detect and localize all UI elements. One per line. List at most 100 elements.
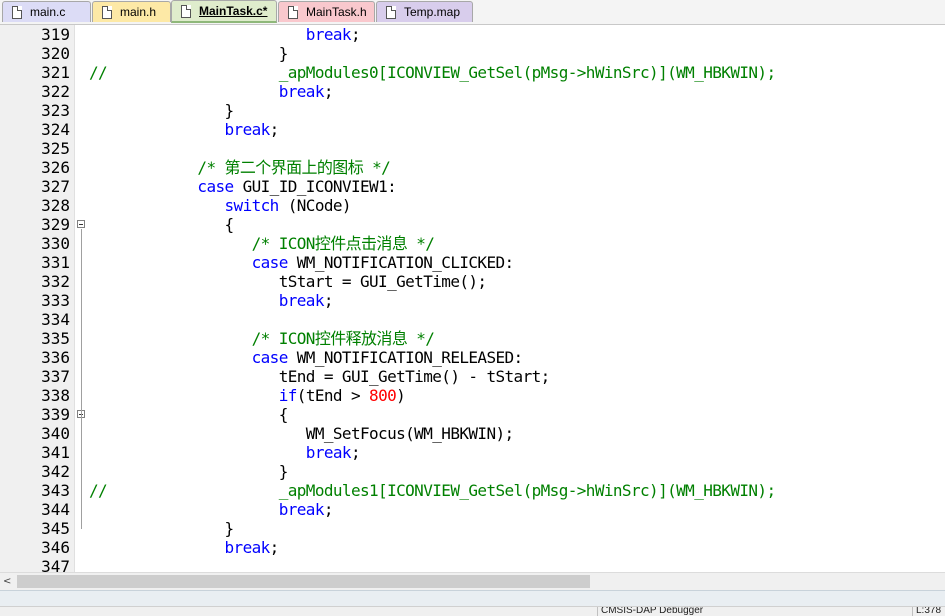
tab-main-c[interactable]: main.c [2, 1, 91, 22]
code-token: WM_NOTIFICATION_CLICKED: [287, 253, 514, 272]
code-line[interactable]: 323 } [0, 101, 945, 120]
code-token: ; [350, 443, 361, 462]
code-line[interactable]: 339 { [0, 405, 945, 424]
code-token: break [278, 82, 325, 101]
line-number: 346 [41, 538, 70, 557]
code-text: break; [89, 443, 361, 462]
code-line[interactable]: 332 tStart = GUI_GetTime(); [0, 272, 945, 291]
line-number: 319 [41, 25, 70, 44]
line-number: 332 [41, 272, 70, 291]
code-token: break [305, 443, 352, 462]
code-token: ; [269, 538, 280, 557]
code-line[interactable]: 346 break; [0, 538, 945, 557]
line-number: 330 [41, 234, 70, 253]
line-number: 340 [41, 424, 70, 443]
tab-maintask-h[interactable]: MainTask.h [278, 1, 375, 22]
code-token: WM_NOTIFICATION_RELEASED: [287, 348, 523, 367]
code-text: } [89, 101, 234, 120]
line-number: 328 [41, 196, 70, 215]
code-line[interactable]: 328 switch (NCode) [0, 196, 945, 215]
line-number: 331 [41, 253, 70, 272]
code-token: break [224, 120, 271, 139]
scrollbar-thumb[interactable] [17, 575, 590, 588]
line-number: 320 [41, 44, 70, 63]
tab-maintask-c[interactable]: MainTask.c* [171, 0, 277, 23]
code-line[interactable]: 321 // _apModules0[ICONVIEW_GetSel(pMsg->… [0, 63, 945, 82]
line-number: 327 [41, 177, 70, 196]
code-text: /* ICON控件释放消息 */ [89, 329, 435, 348]
tab-label: Temp.map [404, 5, 461, 19]
code-line[interactable]: 341 break; [0, 443, 945, 462]
code-line[interactable]: 337 tEnd = GUI_GetTime() - tStart; [0, 367, 945, 386]
code-token: break [305, 25, 352, 44]
horizontal-scrollbar[interactable]: < [0, 572, 945, 590]
code-line[interactable]: 335 /* ICON控件释放消息 */ [0, 329, 945, 348]
code-line[interactable]: 333 break; [0, 291, 945, 310]
code-text: tEnd = GUI_GetTime() - tStart; [89, 367, 551, 386]
code-line[interactable]: 325 [0, 139, 945, 158]
line-number: 344 [41, 500, 70, 519]
file-icon [12, 5, 22, 19]
code-line[interactable]: 342 } [0, 462, 945, 481]
code-text: break; [89, 500, 334, 519]
line-number: 329 [41, 215, 70, 234]
code-line[interactable]: 343 // _apModules1[ICONVIEW_GetSel(pMsg->… [0, 481, 945, 500]
code-line[interactable]: 340 WM_SetFocus(WM_HBKWIN); [0, 424, 945, 443]
code-token: ; [323, 291, 334, 310]
tab-label: MainTask.c* [199, 4, 268, 18]
code-line[interactable]: 319 break; [0, 25, 945, 44]
code-token: ; [323, 500, 334, 519]
code-line[interactable]: 344 break; [0, 500, 945, 519]
code-token: } [89, 462, 289, 481]
code-line[interactable]: 336 case WM_NOTIFICATION_RELEASED: [0, 348, 945, 367]
code-editor[interactable]: 319 break; 320 } 321// _apModules0[ICONVIE… [0, 25, 945, 572]
tab-main-h[interactable]: main.h [92, 1, 171, 22]
code-line[interactable]: 326 /* 第二个界面上的图标 */ [0, 158, 945, 177]
code-line[interactable]: 331 case WM_NOTIFICATION_CLICKED: [0, 253, 945, 272]
code-text: switch (NCode) [89, 196, 352, 215]
line-number: 342 [41, 462, 70, 481]
code-line[interactable]: 327 case GUI_ID_ICONVIEW1: [0, 177, 945, 196]
line-number: 338 [41, 386, 70, 405]
code-token: break [278, 500, 325, 519]
code-token: GUI_ID_ICONVIEW1: [233, 177, 397, 196]
tab-temp-map[interactable]: Temp.map [376, 1, 473, 22]
code-text: case WM_NOTIFICATION_CLICKED: [89, 253, 515, 272]
scroll-left-arrow-icon[interactable]: < [3, 576, 11, 587]
code-token: case [251, 348, 289, 367]
code-line[interactable]: 347 [0, 557, 945, 572]
code-text: WM_SetFocus(WM_HBKWIN); [89, 424, 514, 443]
code-text: break; [89, 82, 334, 101]
code-line[interactable]: 330 /* ICON控件点击消息 */ [0, 234, 945, 253]
code-line[interactable]: 320 } [0, 44, 945, 63]
code-token: } [89, 44, 289, 63]
fold-guide-line [81, 229, 82, 529]
tab-label: MainTask.h [306, 5, 367, 19]
line-number: 321 [41, 63, 70, 82]
code-text: if(tEnd > 800) [89, 386, 406, 405]
code-token: ; [269, 120, 280, 139]
file-icon [181, 4, 191, 18]
code-token: break [224, 538, 271, 557]
code-token: ; [350, 25, 361, 44]
fold-toggle-icon[interactable] [77, 220, 85, 228]
code-line[interactable]: 338 if(tEnd > 800) [0, 386, 945, 405]
code-text: { [89, 405, 289, 424]
line-number: 323 [41, 101, 70, 120]
code-text: { [89, 215, 234, 234]
code-line[interactable]: 329 { [0, 215, 945, 234]
code-line[interactable]: 324 break; [0, 120, 945, 139]
code-line[interactable]: 345 } [0, 519, 945, 538]
code-line[interactable]: 334 [0, 310, 945, 329]
code-line[interactable]: 322 break; [0, 82, 945, 101]
line-number: 345 [41, 519, 70, 538]
line-number: 326 [41, 158, 70, 177]
line-number: 339 [41, 405, 70, 424]
